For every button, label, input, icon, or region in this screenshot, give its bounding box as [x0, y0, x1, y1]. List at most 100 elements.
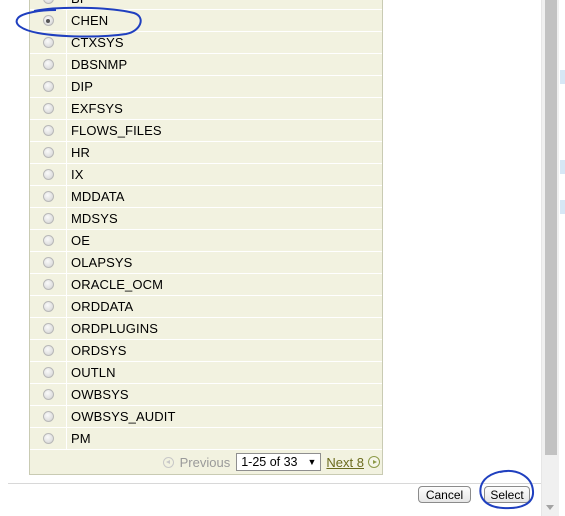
radio-cell — [30, 208, 67, 229]
edge-mark — [560, 200, 565, 214]
dropdown-caret-icon: ▼ — [307, 457, 317, 467]
schema-name: ORACLE_OCM — [71, 277, 164, 292]
row-radio[interactable] — [42, 433, 54, 444]
radio-cell — [30, 32, 67, 53]
schema-name: OE — [71, 233, 90, 248]
row-radio[interactable] — [42, 125, 54, 136]
table-row[interactable]: FLOWS_FILES — [30, 120, 382, 142]
table-row[interactable]: CTXSYS — [30, 32, 382, 54]
radio-cell — [30, 428, 67, 449]
schema-name: OUTLN — [71, 365, 116, 380]
schema-name: MDSYS — [71, 211, 118, 226]
cancel-button[interactable]: Cancel — [418, 486, 471, 503]
table-row[interactable]: ORDSYS — [30, 340, 382, 362]
row-radio[interactable] — [42, 367, 54, 378]
table-row[interactable]: BI — [30, 0, 382, 10]
radio-cell — [30, 384, 67, 405]
radio-cell — [30, 186, 67, 207]
row-radio[interactable] — [42, 389, 54, 400]
table-row[interactable]: ORDDATA — [30, 296, 382, 318]
results-table: BI CHEN CTXSYS DBSNMP DIP EXFSYS FLOWS_FILES HR… — [29, 0, 383, 475]
schema-name: ORDSYS — [71, 343, 127, 358]
row-radio[interactable] — [42, 191, 54, 202]
scrollbar-thumb[interactable] — [545, 0, 557, 455]
next-arrow-icon[interactable] — [368, 456, 380, 468]
schema-name: IX — [71, 167, 84, 182]
row-radio[interactable] — [42, 0, 54, 4]
range-select-value: 1-25 of 33 — [241, 455, 298, 469]
table-row[interactable]: ORDPLUGINS — [30, 318, 382, 340]
schema-name: DIP — [71, 79, 93, 94]
radio-cell — [30, 274, 67, 295]
row-radio[interactable] — [42, 323, 54, 334]
row-radio[interactable] — [42, 257, 54, 268]
radio-cell — [30, 0, 67, 9]
previous-arrow-icon — [162, 456, 174, 468]
row-radio[interactable] — [42, 81, 54, 92]
table-row[interactable]: MDDATA — [30, 186, 382, 208]
previous-label: Previous — [179, 454, 231, 470]
row-radio[interactable] — [42, 37, 54, 48]
scroll-down-arrow-icon[interactable] — [546, 505, 554, 510]
schema-name: CHEN — [71, 13, 109, 28]
table-row[interactable]: OWBSYS_AUDIT — [30, 406, 382, 428]
schema-name: HR — [71, 145, 90, 160]
schema-name: MDDATA — [71, 189, 125, 204]
footer-divider — [8, 483, 543, 484]
table-row[interactable]: EXFSYS — [30, 98, 382, 120]
row-radio[interactable] — [42, 103, 54, 114]
results-rows: BI CHEN CTXSYS DBSNMP DIP EXFSYS FLOWS_FILES HR… — [30, 0, 382, 450]
row-radio[interactable] — [42, 169, 54, 180]
table-row[interactable]: DBSNMP — [30, 54, 382, 76]
range-select[interactable]: 1-25 of 33 ▼ — [236, 453, 322, 471]
vertical-scrollbar[interactable] — [541, 0, 559, 516]
select-button[interactable]: Select — [484, 486, 530, 503]
table-row[interactable]: PM — [30, 428, 382, 450]
radio-cell — [30, 318, 67, 339]
row-radio[interactable] — [42, 213, 54, 224]
schema-name: ORDPLUGINS — [71, 321, 158, 336]
table-row[interactable]: OWBSYS — [30, 384, 382, 406]
row-radio[interactable] — [42, 301, 54, 312]
schema-name: OWBSYS — [71, 387, 129, 402]
edge-mark — [560, 160, 565, 174]
schema-name: ORDDATA — [71, 299, 134, 314]
row-radio[interactable] — [42, 411, 54, 422]
row-radio[interactable] — [42, 345, 54, 356]
radio-cell — [30, 142, 67, 163]
radio-cell — [30, 362, 67, 383]
schema-name: CTXSYS — [71, 35, 124, 50]
schema-name: DBSNMP — [71, 57, 128, 72]
schema-name: BI — [67, 0, 382, 9]
pager: Previous 1-25 of 33 ▼ Next 8 — [30, 450, 382, 475]
radio-cell — [30, 252, 67, 273]
row-radio[interactable] — [42, 15, 54, 26]
row-radio[interactable] — [42, 235, 54, 246]
schema-name: EXFSYS — [71, 101, 123, 116]
row-radio[interactable] — [42, 279, 54, 290]
radio-cell — [30, 406, 67, 427]
table-row[interactable]: DIP — [30, 76, 382, 98]
table-row[interactable]: OUTLN — [30, 362, 382, 384]
radio-cell — [30, 76, 67, 97]
radio-cell — [30, 230, 67, 251]
row-radio[interactable] — [42, 59, 54, 70]
table-row[interactable]: OLAPSYS — [30, 252, 382, 274]
table-row[interactable]: IX — [30, 164, 382, 186]
row-radio[interactable] — [42, 147, 54, 158]
schema-name: OLAPSYS — [71, 255, 133, 270]
table-row[interactable]: MDSYS — [30, 208, 382, 230]
table-row[interactable]: CHEN — [30, 10, 382, 32]
table-row[interactable]: HR — [30, 142, 382, 164]
radio-cell — [30, 296, 67, 317]
radio-cell — [30, 10, 67, 31]
schema-name: OWBSYS_AUDIT — [71, 409, 176, 424]
schema-name: FLOWS_FILES — [71, 123, 162, 138]
table-row[interactable]: ORACLE_OCM — [30, 274, 382, 296]
table-row[interactable]: OE — [30, 230, 382, 252]
radio-cell — [30, 340, 67, 361]
radio-cell — [30, 120, 67, 141]
schema-name: PM — [71, 431, 91, 446]
next-link[interactable]: Next 8 — [326, 455, 364, 470]
radio-cell — [30, 54, 67, 75]
